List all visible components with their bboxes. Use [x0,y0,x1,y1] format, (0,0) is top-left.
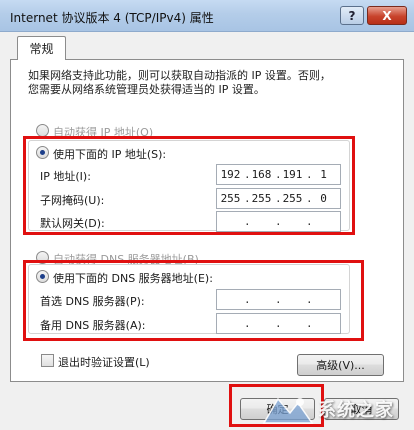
description-line-2: 您需要从网络系统管理员处获得适当的 IP 设置。 [28,83,265,96]
window-title: Internet 协议版本 4 (TCP/IPv4) 属性 [10,11,214,25]
help-button[interactable]: ? [340,6,364,25]
question-mark-icon: ? [348,8,356,23]
advanced-button[interactable]: 高级(V)... [297,354,384,376]
validate-settings-label: 退出时验证设置(L) [58,356,150,369]
watermark-text: 系统之家 [318,400,394,421]
description-line-1: 如果网络支持此功能，则可以获取自动指派的 IP 设置。否则， [28,69,331,82]
tab-general-label: 常规 [29,42,54,56]
close-icon: X [382,8,392,23]
validate-settings-checkbox[interactable] [41,354,54,367]
tab-general[interactable]: 常规 [17,36,66,60]
advanced-button-label: 高级(V)... [316,359,365,372]
ip-highlight-box [23,136,355,235]
dns-highlight-box [23,260,364,341]
description-text: 如果网络支持此功能，则可以获取自动指派的 IP 设置。否则， 您需要从网络系统管… [28,69,388,97]
title-bar: Internet 协议版本 4 (TCP/IPv4) 属性 ? X [0,0,414,32]
close-button[interactable]: X [367,6,407,25]
watermark-logo-icon [262,397,314,424]
